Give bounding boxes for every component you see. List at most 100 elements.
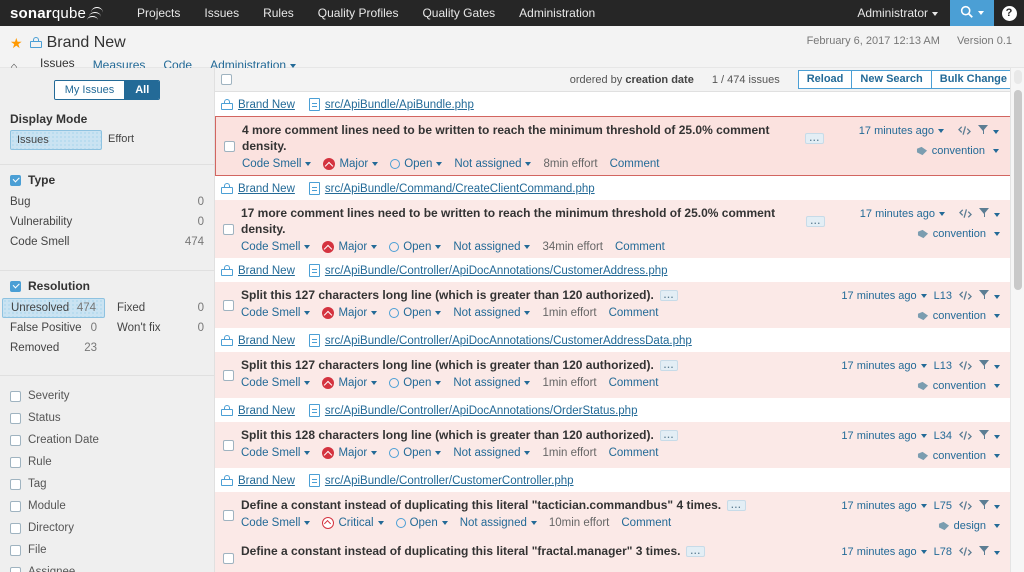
issue-rule-details-button[interactable]: ... [659,429,679,441]
facet-cell-fixed[interactable]: Fixed 0 [107,298,214,318]
issue-age-button[interactable]: 17 minutes ago [841,546,927,558]
issue-filter-similar-button[interactable] [979,545,1000,559]
facet-directory-checkbox[interactable] [10,522,21,534]
issue-severity-button[interactable]: Critical [322,517,384,529]
issue-tag-label[interactable]: design [954,520,986,532]
issue-rule-details-button[interactable]: ... [659,359,679,371]
scm-blame-icon[interactable] [959,360,972,372]
issue-comment-button[interactable]: Comment [609,377,659,389]
issue-checkbox[interactable] [223,140,235,152]
facet-status[interactable]: Status [0,407,214,429]
scope-my-issues-button[interactable]: My Issues [54,81,125,99]
issue-comment-button[interactable]: Comment [615,241,665,253]
issue-age-button[interactable]: 17 minutes ago [860,208,945,220]
issue-type-button[interactable]: Code Smell [242,158,312,170]
facet-tag-checkbox[interactable] [10,478,21,490]
facet-severity-checkbox[interactable] [10,390,21,402]
nav-link-rules[interactable]: Rules [251,0,306,26]
issue-tag-label[interactable]: convention [932,145,985,157]
issue-status-button[interactable]: Open [389,307,442,319]
issue-filter-similar-button[interactable] [979,359,1000,373]
scm-blame-icon[interactable] [958,125,971,137]
scope-all-button[interactable]: All [124,81,160,99]
issue-tag-label[interactable]: convention [933,310,986,322]
user-menu-button[interactable]: Administrator [845,0,950,26]
issue-status-button[interactable]: Open [389,447,442,459]
issue-type-button[interactable]: Code Smell [241,447,311,459]
nav-link-projects[interactable]: Projects [125,0,192,26]
issue-filter-similar-button[interactable] [979,207,1000,221]
issue-checkbox[interactable] [222,223,234,235]
facet-row-bug[interactable]: Bug 0 [0,192,214,212]
issue-checkbox[interactable] [222,509,234,521]
facet-severity[interactable]: Severity [0,385,214,407]
facet-rule-checkbox[interactable] [10,456,21,468]
page-scrollbar[interactable] [1010,68,1024,572]
issue-status-button[interactable]: Open [390,158,443,170]
component-path-link[interactable]: src/ApiBundle/Controller/ApiDocAnnotatio… [325,405,638,417]
issue-assignee-button[interactable]: Not assigned [454,158,532,170]
issue-assignee-button[interactable]: Not assigned [453,307,531,319]
issue-rule-details-button[interactable]: ... [805,132,824,144]
scrollbar-thumb[interactable] [1014,90,1022,290]
issue-checkbox[interactable] [222,369,234,381]
issue-assignee-button[interactable]: Not assigned [460,517,537,529]
component-project-link[interactable]: Brand New [238,475,295,487]
sonarqube-logo[interactable]: sonar qube [10,6,104,21]
issue-tag-label[interactable]: convention [933,228,986,240]
nav-link-quality-gates[interactable]: Quality Gates [410,0,507,26]
favorite-star-icon[interactable]: ★ [10,36,23,50]
bulk-change-button[interactable]: Bulk Change [931,70,1016,89]
issue-row[interactable]: Split this 128 characters long line (whi… [215,422,1024,468]
issue-checkbox[interactable] [222,552,234,564]
select-all-checkbox[interactable] [221,74,232,85]
sort-order-value[interactable]: creation date [625,74,693,86]
facet-module-checkbox[interactable] [10,500,21,512]
facet-cell-false-positive[interactable]: False Positive 0 [0,318,107,338]
issue-checkbox[interactable] [222,299,234,311]
component-project-link[interactable]: Brand New [238,335,295,347]
issue-row[interactable]: Define a constant instead of duplicating… [215,538,1024,572]
help-button[interactable]: ? [994,0,1024,26]
component-path-link[interactable]: src/ApiBundle/Command/CreateClientComman… [325,183,595,195]
issue-age-button[interactable]: 17 minutes ago [841,290,927,302]
issue-status-button[interactable]: Open [395,517,448,529]
facet-resolution-checkbox[interactable] [10,280,21,292]
facet-module[interactable]: Module [0,495,214,517]
scm-blame-icon[interactable] [959,546,972,558]
scm-blame-icon[interactable] [959,208,972,220]
facet-file-checkbox[interactable] [10,544,21,556]
issue-comment-button[interactable]: Comment [609,307,659,319]
issue-filter-similar-button[interactable] [978,124,999,138]
facet-cell-wont-fix[interactable]: Won't fix 0 [107,318,214,338]
issue-row[interactable]: Split this 127 characters long line (whi… [215,352,1024,398]
issue-tag-label[interactable]: convention [933,380,986,392]
nav-link-issues[interactable]: Issues [192,0,251,26]
issue-severity-button[interactable]: Major [322,241,378,253]
component-path-link[interactable]: src/ApiBundle/ApiBundle.php [325,99,474,111]
component-path-link[interactable]: src/ApiBundle/Controller/ApiDocAnnotatio… [325,265,668,277]
scm-blame-icon[interactable] [959,430,972,442]
facet-creation-date-checkbox[interactable] [10,434,21,446]
issue-status-button[interactable]: Open [389,377,442,389]
issue-comment-button[interactable]: Comment [610,158,660,170]
issue-severity-button[interactable]: Major [323,158,379,170]
facet-status-checkbox[interactable] [10,412,21,424]
facet-row-code-smell[interactable]: Code Smell 474 [0,232,214,252]
facet-directory[interactable]: Directory [0,517,214,539]
issue-type-button[interactable]: Code Smell [241,241,311,253]
issue-severity-button[interactable]: Major [322,377,378,389]
component-project-link[interactable]: Brand New [238,99,295,111]
issue-checkbox[interactable] [222,439,234,451]
facet-tag[interactable]: Tag [0,473,214,495]
facet-cell-unresolved[interactable]: Unresolved 474 [2,298,105,318]
issue-assignee-button[interactable]: Not assigned [453,377,531,389]
issue-age-button[interactable]: 17 minutes ago [841,360,927,372]
issue-comment-button[interactable]: Comment [621,517,671,529]
issue-filter-similar-button[interactable] [979,429,1000,443]
search-button[interactable] [950,0,994,26]
issue-severity-button[interactable]: Major [322,447,378,459]
facet-type-header[interactable]: Type [0,173,214,192]
facet-row-vulnerability[interactable]: Vulnerability 0 [0,212,214,232]
facet-assignee-checkbox[interactable] [10,566,21,572]
